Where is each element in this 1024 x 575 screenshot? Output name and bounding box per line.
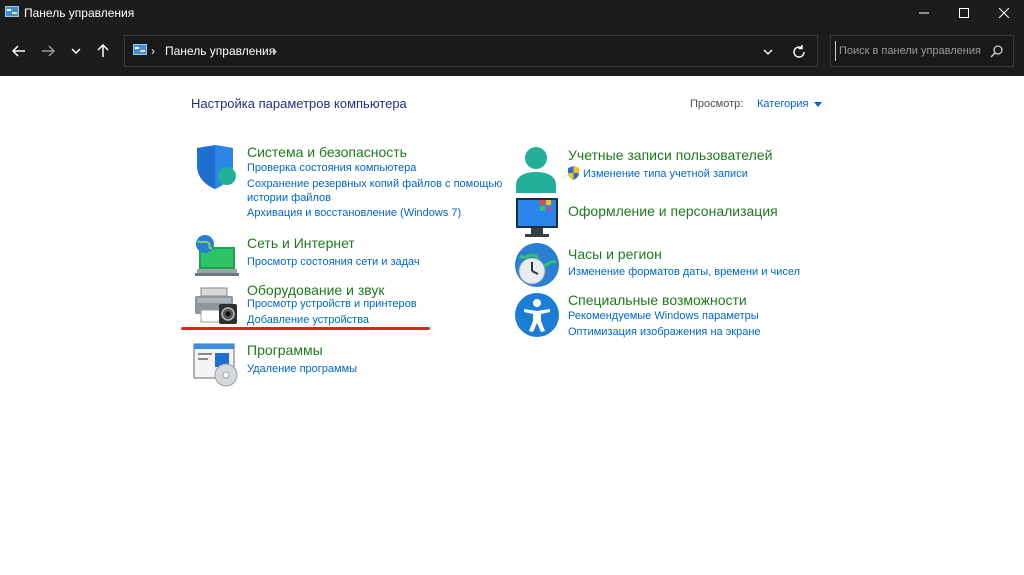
refresh-icon[interactable]	[791, 44, 807, 60]
content-area: Настройка параметров компьютера Просмотр…	[0, 76, 1024, 575]
link-check-computer-status[interactable]: Проверка состояния компьютера	[247, 162, 416, 174]
up-button[interactable]	[92, 40, 114, 62]
network-icon[interactable]	[193, 235, 239, 281]
breadcrumb-control-panel[interactable]: Панель управления	[165, 44, 275, 58]
category-title-clock-region[interactable]: Часы и регион	[568, 246, 662, 262]
category-title-appearance-personalization[interactable]: Оформление и персонализация	[568, 203, 778, 219]
link-uninstall-program[interactable]: Удаление программы	[247, 363, 357, 375]
back-button[interactable]	[8, 40, 30, 62]
category-title-network-internet[interactable]: Сеть и Интернет	[247, 235, 355, 251]
link-change-date-formats[interactable]: Изменение форматов даты, времени и чисел	[568, 266, 800, 278]
maximize-button[interactable]	[944, 0, 984, 26]
breadcrumb-separator-icon[interactable]: ›	[151, 44, 155, 58]
arrow-left-icon	[12, 45, 25, 57]
page-title: Настройка параметров компьютера	[191, 96, 407, 111]
category-title-programs[interactable]: Программы	[247, 342, 323, 358]
chevron-down-icon[interactable]	[761, 45, 775, 59]
control-panel-icon	[5, 6, 19, 17]
printer-icon[interactable]	[193, 282, 239, 328]
arrow-up-icon	[97, 44, 109, 57]
link-network-status[interactable]: Просмотр состояния сети и задач	[247, 256, 420, 268]
view-by-dropdown[interactable]: Категория	[757, 98, 808, 110]
address-path-box[interactable]: › Панель управления ›	[124, 35, 818, 67]
category-title-hardware-sound[interactable]: Оборудование и звук	[247, 282, 385, 298]
monitor-icon[interactable]	[514, 195, 560, 241]
link-file-history-backup[interactable]: Сохранение резервных копий файлов с помо…	[247, 178, 502, 190]
close-icon	[999, 8, 1009, 18]
recent-locations-button[interactable]	[65, 40, 87, 62]
search-box[interactable]	[830, 35, 1014, 67]
annotation-underline	[181, 327, 430, 330]
category-title-ease-of-access[interactable]: Специальные возможности	[568, 292, 747, 308]
forward-button[interactable]	[37, 40, 59, 62]
breadcrumb-separator-icon[interactable]: ›	[273, 44, 277, 58]
title-bar: Панель управления	[0, 0, 1024, 26]
category-title-user-accounts[interactable]: Учетные записи пользователей	[568, 147, 772, 163]
minimize-button[interactable]	[904, 0, 944, 26]
close-button[interactable]	[984, 0, 1024, 26]
minimize-icon	[919, 12, 929, 14]
link-recommended-settings[interactable]: Рекомендуемые Windows параметры	[568, 310, 759, 322]
uac-shield-icon	[568, 166, 579, 180]
link-devices-printers[interactable]: Просмотр устройств и принтеров	[247, 298, 417, 310]
dropdown-arrow-icon[interactable]	[814, 102, 822, 107]
shield-icon[interactable]	[193, 144, 239, 190]
maximize-icon	[959, 8, 969, 18]
chevron-down-icon	[71, 48, 81, 55]
view-by-label: Просмотр:	[690, 98, 744, 110]
link-change-account-type[interactable]: Изменение типа учетной записи	[583, 168, 748, 180]
clock-globe-icon[interactable]	[514, 242, 560, 288]
window-title: Панель управления	[24, 6, 135, 20]
user-icon[interactable]	[514, 147, 560, 193]
search-input[interactable]	[835, 41, 985, 61]
accessibility-icon[interactable]	[514, 292, 560, 338]
link-file-history[interactable]: истории файлов	[247, 192, 331, 204]
programs-icon[interactable]	[193, 342, 239, 388]
control-panel-icon	[133, 44, 147, 55]
category-title-system-security[interactable]: Система и безопасность	[247, 144, 407, 160]
link-optimize-display[interactable]: Оптимизация изображения на экране	[568, 326, 761, 338]
link-backup-restore[interactable]: Архивация и восстановление (Windows 7)	[247, 207, 461, 219]
address-bar: › Панель управления ›	[0, 26, 1024, 76]
arrow-right-icon	[42, 45, 55, 57]
search-icon[interactable]	[990, 44, 1004, 58]
link-add-device[interactable]: Добавление устройства	[247, 314, 369, 326]
